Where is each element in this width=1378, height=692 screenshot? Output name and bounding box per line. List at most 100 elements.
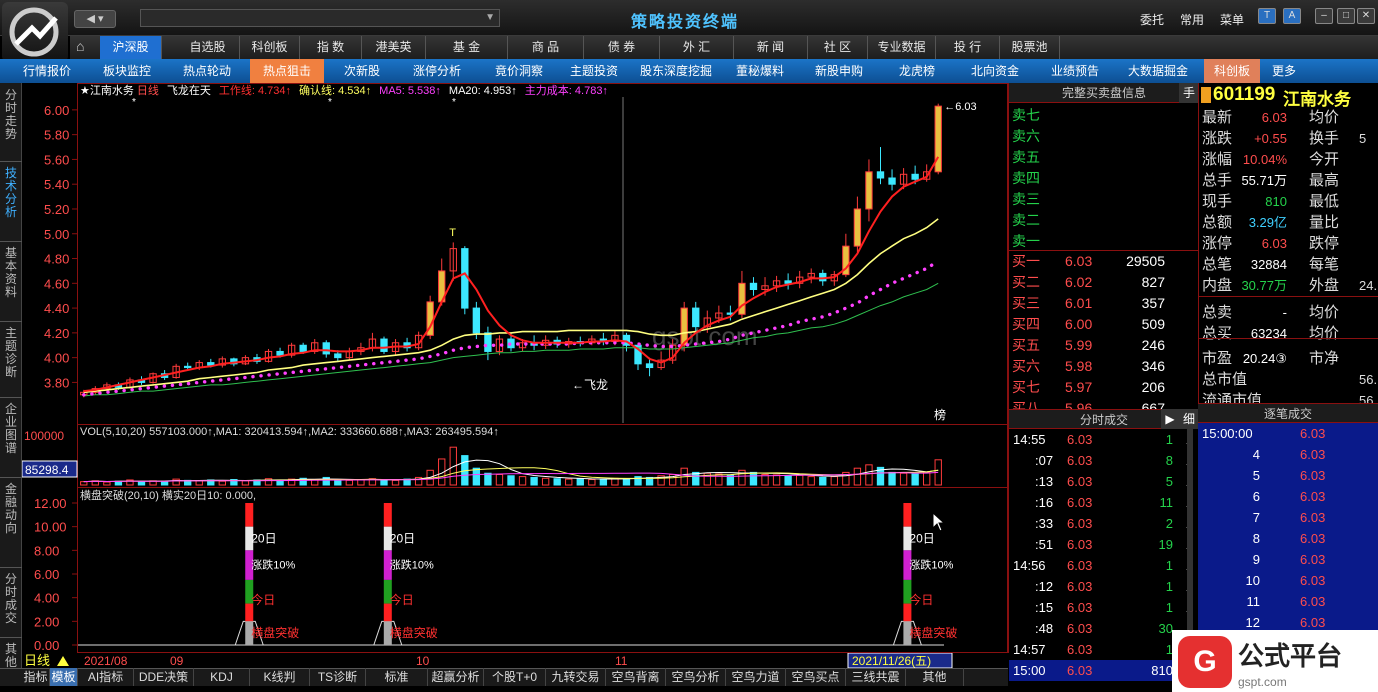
ask-row[interactable]: 卖一 xyxy=(1009,231,1189,252)
trade-price: 6.03 xyxy=(1067,495,1093,510)
play-icon[interactable]: ▶ xyxy=(1161,409,1179,429)
left-tab[interactable]: 金融动向 xyxy=(3,483,19,535)
sub-menu-item[interactable]: 股东深度挖掘 xyxy=(632,59,720,83)
bottom-tab[interactable]: 超赢分析 xyxy=(428,668,484,686)
main-menu-item[interactable]: 指 数 xyxy=(300,36,362,59)
ask-row[interactable]: 卖七 xyxy=(1009,105,1189,126)
sub-menu-item[interactable]: 行情报价 xyxy=(10,59,84,83)
scrollbar[interactable] xyxy=(1187,429,1193,639)
sub-menu-item[interactable]: 董秘爆料 xyxy=(726,59,794,83)
rise-label: 涨跌10% xyxy=(390,558,434,572)
font-a-icon[interactable]: A xyxy=(1283,8,1301,24)
hand-unit-button[interactable]: 手 xyxy=(1179,83,1199,103)
main-menu-item[interactable]: 基 金 xyxy=(426,36,508,59)
quote-row: 总卖 - 均价 xyxy=(1199,302,1378,323)
left-tab[interactable]: 分时走势 xyxy=(3,89,19,141)
period-label[interactable]: 日线 xyxy=(24,653,50,668)
sub-menu-item[interactable]: 涨停分析 xyxy=(400,59,474,83)
bid-row[interactable]: 买六 5.98 346 xyxy=(1009,356,1189,377)
main-menu-item[interactable]: 商 品 xyxy=(508,36,584,59)
ask-row[interactable]: 卖三 xyxy=(1009,189,1189,210)
kline-chart[interactable]: 6.00 5.80 5.60 5.40 5.20 5.00 4.80 4.60 4.40 4.20… xyxy=(21,83,1008,653)
left-tab[interactable]: 技术分析 xyxy=(3,167,19,219)
break-label: 横盘突破 xyxy=(909,625,957,640)
trade-price: 6.03 xyxy=(1067,621,1093,636)
main-menu-item[interactable]: 港美英 xyxy=(362,36,426,59)
tick-sales-list[interactable]: 15:00:00 6.03 4 6.03 5 6.03 6 6.03 7 6.03 8 6.03 9 6.… xyxy=(1198,423,1378,633)
chevron-down-icon[interactable]: ▼ xyxy=(485,12,495,23)
bottom-tab[interactable]: 其他 xyxy=(906,668,964,686)
volume-bar xyxy=(576,478,584,486)
ask-row[interactable]: 卖六 xyxy=(1009,126,1189,147)
bottom-tab[interactable]: 指标 xyxy=(22,668,50,686)
sub-menu-item[interactable]: 更多 xyxy=(1266,59,1302,83)
tick-price: 6.03 xyxy=(1300,531,1326,546)
bottom-tab[interactable]: 空鸟背离 xyxy=(606,668,666,686)
bid-row[interactable]: 买二 6.02 827 xyxy=(1009,272,1189,293)
sub-menu-item[interactable]: 板块监控 xyxy=(90,59,164,83)
main-menu-item[interactable]: 股票池 xyxy=(1000,36,1060,59)
main-menu-item[interactable]: 债 券 xyxy=(584,36,660,59)
detail-button[interactable]: 细 xyxy=(1179,409,1199,429)
menu-trade[interactable]: 委托 xyxy=(1140,11,1164,28)
close-icon[interactable]: ✕ xyxy=(1357,8,1375,24)
bid-row[interactable]: 买三 6.01 357 xyxy=(1009,293,1189,314)
theme-t-icon[interactable]: T xyxy=(1258,8,1276,24)
bid-row[interactable]: 买五 5.99 246 xyxy=(1009,335,1189,356)
bottom-tab[interactable]: TS诊断 xyxy=(310,668,366,686)
main-menu-item[interactable]: 沪深股 xyxy=(100,36,162,59)
nav-back-button[interactable]: ◀ ▾ xyxy=(74,10,116,28)
bottom-tab[interactable]: 标准 xyxy=(366,668,428,686)
sub-menu-item[interactable]: 竟价洞察 xyxy=(484,59,554,83)
sub-menu-item[interactable]: 新股申购 xyxy=(802,59,876,83)
menu-common[interactable]: 常用 xyxy=(1180,11,1204,28)
mouse-cursor-icon xyxy=(932,512,946,532)
bottom-tab[interactable]: 空鸟力道 xyxy=(726,668,786,686)
ind-tick-label: 10.00 xyxy=(34,520,67,535)
sub-menu-item[interactable]: 北向资金 xyxy=(958,59,1032,83)
bid-row[interactable]: 买七 5.97 206 xyxy=(1009,377,1189,398)
left-tab[interactable]: 分时成交 xyxy=(3,573,19,625)
ask-row[interactable]: 卖二 xyxy=(1009,210,1189,231)
trade-time: :16 xyxy=(1035,495,1054,510)
main-menu-item[interactable]: 专业数据 xyxy=(868,36,936,59)
minimize-icon[interactable]: – xyxy=(1315,8,1333,24)
sub-menu-item[interactable]: 主题投资 xyxy=(562,59,626,83)
main-menu-item[interactable]: 社 区 xyxy=(808,36,868,59)
bottom-tab[interactable]: 空鸟分析 xyxy=(666,668,726,686)
bottom-tab[interactable]: 空鸟买点 xyxy=(786,668,846,686)
bottom-tab[interactable]: 个股T+0 xyxy=(484,668,546,686)
left-tab[interactable]: 主题诊断 xyxy=(3,327,19,379)
menu-main[interactable]: 菜单 xyxy=(1220,11,1244,28)
home-icon[interactable]: ⌂ xyxy=(76,38,84,54)
bottom-tab[interactable]: AI指标 xyxy=(78,668,134,686)
bottom-tab[interactable]: 三线共震 xyxy=(846,668,906,686)
main-menu-item[interactable]: 科创板 xyxy=(240,36,300,59)
quote-value: 810 xyxy=(1265,194,1287,209)
main-menu-item[interactable]: 投 行 xyxy=(936,36,1000,59)
sub-menu-item[interactable]: 热点狙击 xyxy=(250,59,324,83)
ask-row[interactable]: 卖五 xyxy=(1009,147,1189,168)
maximize-icon[interactable]: □ xyxy=(1337,8,1355,24)
main-menu-item[interactable]: 新 闻 xyxy=(734,36,808,59)
bid-row[interactable]: 买四 6.00 509 xyxy=(1009,314,1189,335)
sub-menu-item[interactable]: 热点轮动 xyxy=(170,59,244,83)
bottom-tab[interactable]: KDJ xyxy=(194,668,250,686)
sub-menu-item[interactable]: 龙虎榜 xyxy=(884,59,950,83)
left-tab[interactable]: 企业图谱 xyxy=(3,403,19,455)
bid-row[interactable]: 买一 6.03 29505 xyxy=(1009,251,1189,272)
bottom-tab[interactable]: DDE决策 xyxy=(134,668,194,686)
sub-menu-item[interactable]: 大数据掘金 xyxy=(1118,59,1198,83)
bottom-tab[interactable]: 模板 xyxy=(50,668,78,686)
ask-row[interactable]: 卖四 xyxy=(1009,168,1189,189)
left-tab[interactable]: 基本资料 xyxy=(3,247,19,299)
main-menu-item[interactable]: 自选股 xyxy=(176,36,240,59)
bottom-tab[interactable]: 九转交易 xyxy=(546,668,606,686)
sub-menu-item[interactable]: 次新股 xyxy=(330,59,394,83)
sub-menu-item[interactable]: 科创板 xyxy=(1204,59,1260,83)
left-tab[interactable]: 其他 xyxy=(3,643,19,669)
sub-menu-item[interactable]: 业绩预告 xyxy=(1040,59,1110,83)
main-menu-item[interactable]: 外 汇 xyxy=(660,36,734,59)
address-combo[interactable]: ▼ xyxy=(140,9,500,27)
bottom-tab[interactable]: K线判 xyxy=(250,668,310,686)
